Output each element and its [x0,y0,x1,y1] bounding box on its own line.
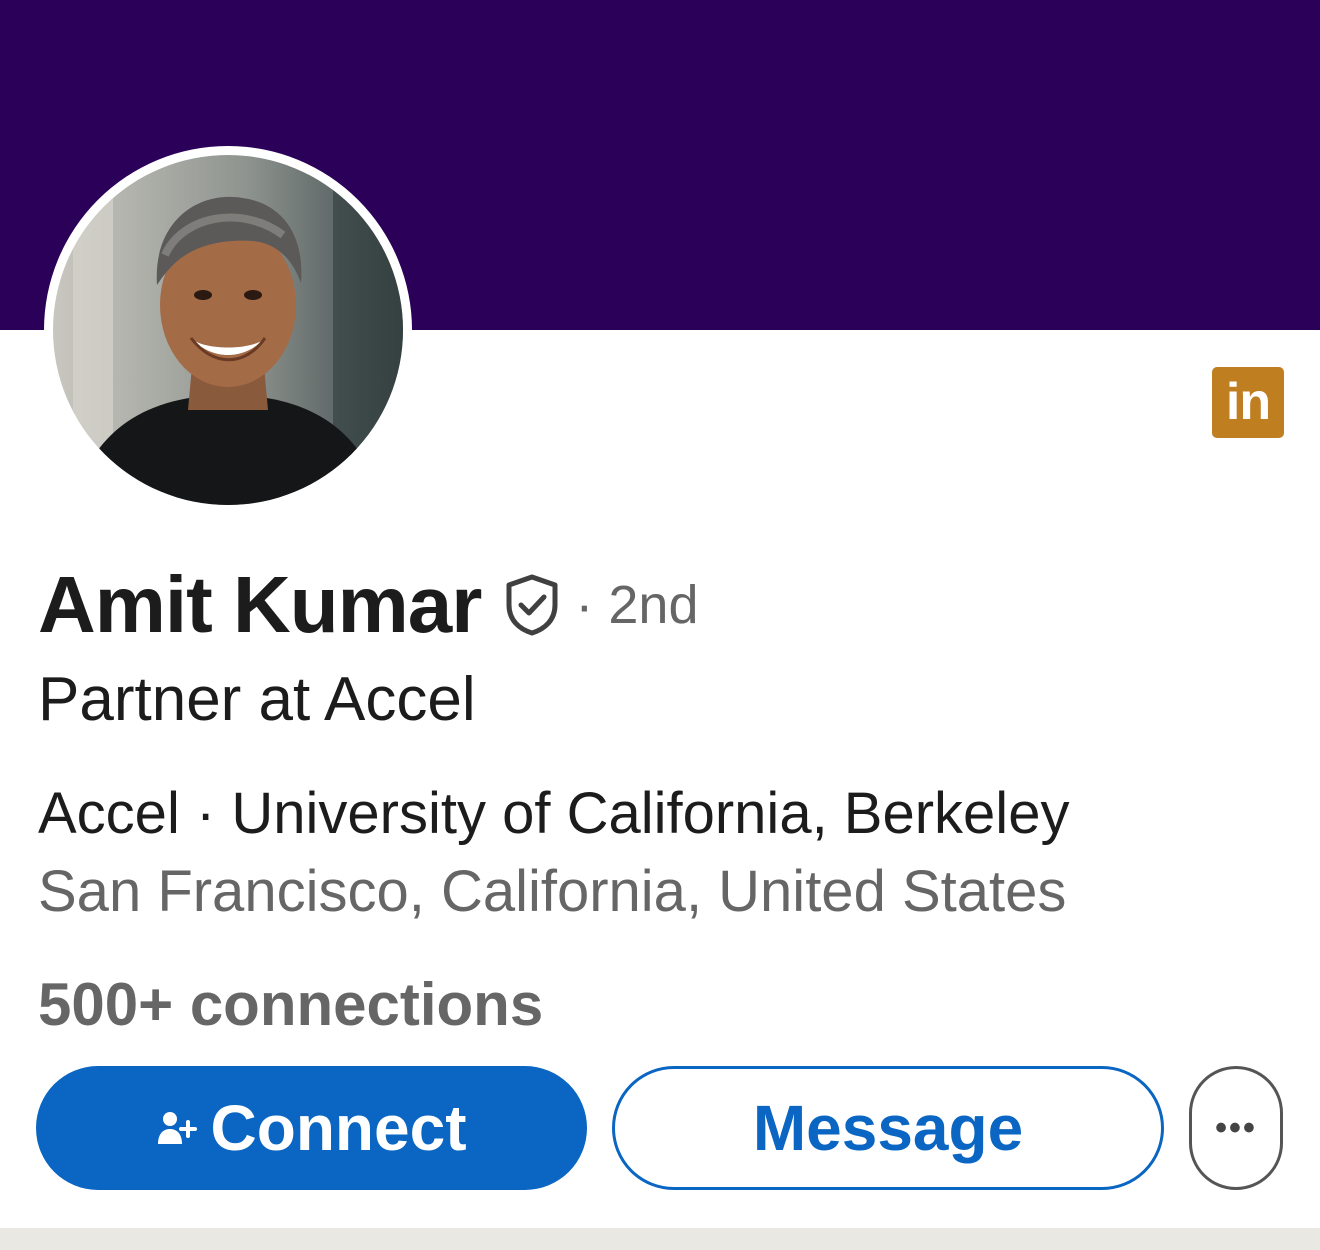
section-divider [0,1228,1320,1250]
profile-name: Amit Kumar [38,560,482,649]
shield-check-icon[interactable] [503,573,561,637]
linkedin-logo: in [1212,367,1284,438]
profile-affiliation[interactable]: Accel · University of California, Berkel… [38,780,1069,847]
linkedin-logo-label: in [1225,373,1271,431]
name-row: Amit Kumar · 2nd [38,560,699,650]
add-person-icon [157,1112,197,1144]
connect-button[interactable]: Connect [36,1066,587,1190]
connect-button-label: Connect [210,1092,467,1164]
connection-degree: · 2nd [575,575,699,635]
avatar[interactable] [44,146,412,514]
profile-photo [53,155,403,505]
profile-headline: Partner at Accel [38,665,476,734]
connections-count[interactable]: 500+ connections [38,970,543,1039]
ellipsis-icon: ••• [1215,1108,1257,1147]
message-button[interactable]: Message [612,1066,1164,1190]
more-button[interactable]: ••• [1189,1066,1283,1190]
profile-location: San Francisco, California, United States [38,859,1067,924]
message-button-label: Message [752,1092,1024,1164]
profile-card: in Amit Kumar · 2nd Partner at Accel Acc… [0,0,1320,1250]
